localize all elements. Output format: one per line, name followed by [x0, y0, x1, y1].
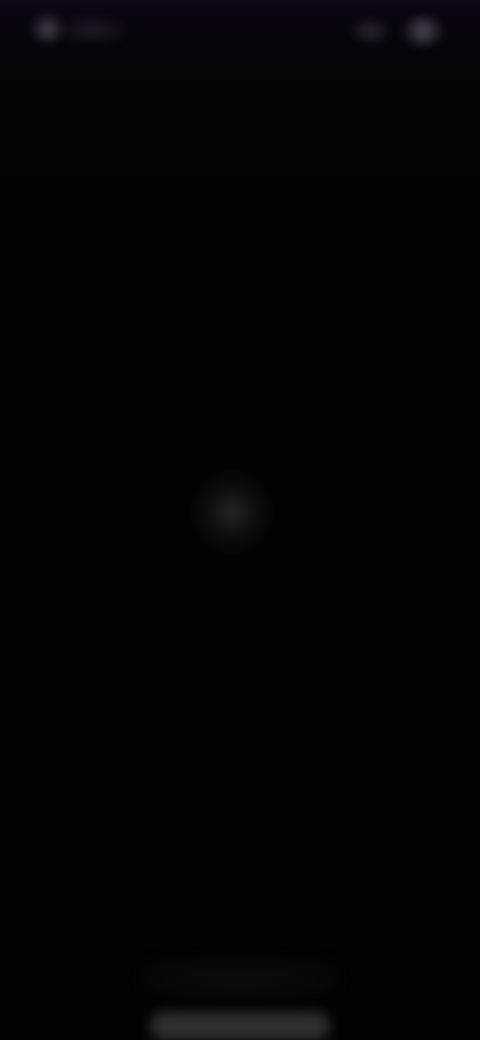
loading-spinner-icon: [190, 470, 274, 554]
home-indicator-glow: [140, 958, 340, 998]
home-indicator-area: [0, 950, 480, 1040]
status-time: [28, 16, 128, 44]
home-indicator[interactable]: [150, 1012, 330, 1040]
signal-icon: [352, 20, 388, 42]
battery-icon: [400, 16, 446, 46]
status-bar: [0, 0, 480, 60]
status-icons: [346, 14, 456, 46]
app-screen: [0, 0, 480, 1040]
